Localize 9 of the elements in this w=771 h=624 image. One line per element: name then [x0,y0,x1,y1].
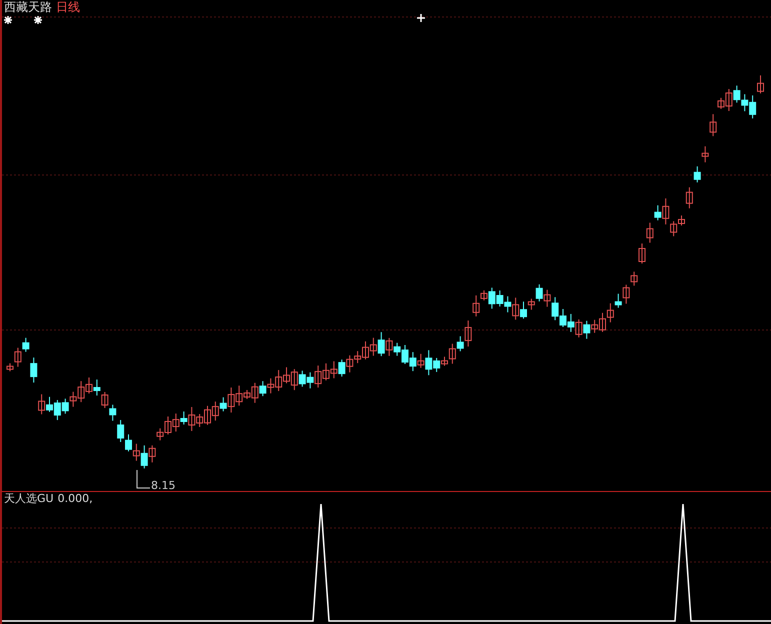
plus-icon [416,13,426,23]
leader-line [136,470,150,488]
low-price-label: 8.15 [151,480,176,492]
indicator-value: 0.000, [58,492,93,506]
period-label: 日线 [56,0,80,14]
star-icon [33,15,43,25]
star-icon [3,15,13,25]
stock-title: 西藏天路 [4,0,52,14]
indicator-name: 天人选GU [4,492,54,506]
